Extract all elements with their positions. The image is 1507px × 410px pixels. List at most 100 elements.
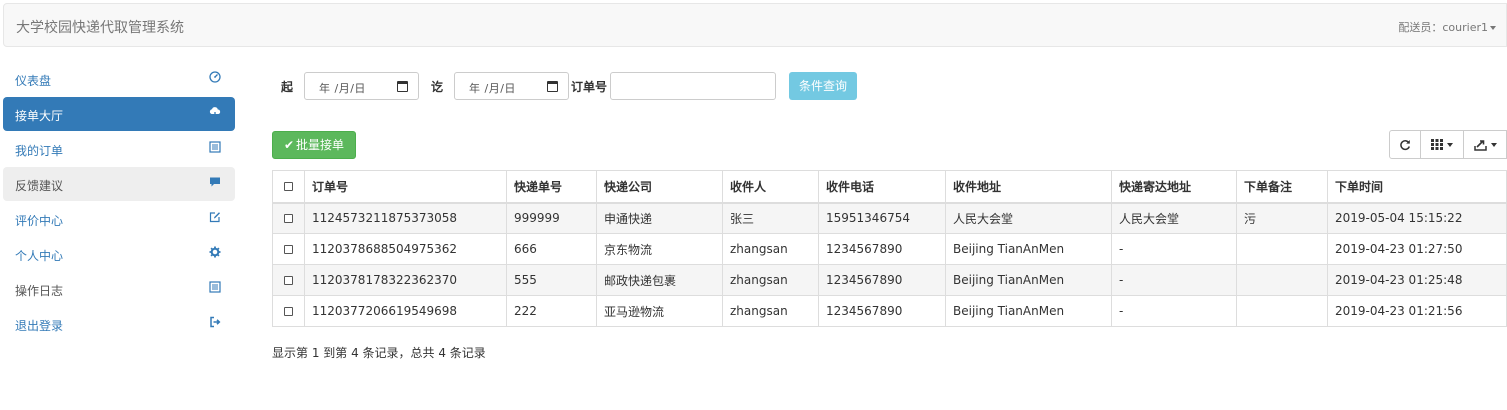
recipient-address-cell: Beijing TianAnMen (945, 264, 1112, 296)
log-out-icon (209, 316, 223, 330)
order-time-cell: 2019-05-04 15:15:22 (1327, 202, 1507, 234)
sidebar-item-logout[interactable]: 退出登录 (3, 307, 235, 341)
recipient-address-cell: 人民大会堂 (945, 202, 1112, 234)
cog-icon (209, 246, 223, 260)
courier-company-cell: 邮政快递包裹 (596, 264, 723, 296)
order-remark-cell (1236, 295, 1328, 327)
sidebar-item-label: 操作日志 (15, 284, 64, 298)
refresh-icon (1400, 139, 1411, 150)
column-header[interactable]: 订单号 (304, 170, 507, 204)
column-header[interactable]: 快递寄达地址 (1111, 170, 1237, 204)
sidebar-item-dashboard[interactable]: 仪表盘 (3, 62, 235, 96)
end-date-input[interactable]: 年 /月/日 (454, 72, 569, 100)
select-all-checkbox[interactable] (284, 182, 293, 192)
export-button[interactable] (1464, 130, 1507, 159)
list-alt-icon (209, 281, 223, 295)
batch-accept-button[interactable]: ✔ 批量接单 (272, 131, 356, 159)
sidebar-item-label: 仪表盘 (15, 74, 52, 88)
calendar-icon[interactable] (547, 81, 558, 92)
export-icon (1473, 139, 1487, 151)
order-id-cell: 1124573211875373058 (304, 202, 507, 234)
end-date-value: 年 /月/日 (469, 82, 516, 95)
cloud-download-icon (209, 106, 223, 120)
recipient-cell: zhangsan (722, 295, 819, 327)
sidebar-item-label: 接单大厅 (15, 109, 64, 123)
order-number-input[interactable] (610, 72, 776, 100)
comment-icon (209, 176, 223, 190)
recipient-phone-cell: 1234567890 (818, 295, 946, 327)
sidebar-item-label: 反馈建议 (15, 179, 64, 193)
order-remark-cell (1236, 264, 1328, 296)
order-time-cell: 2019-04-23 01:25:48 (1327, 264, 1507, 296)
column-header[interactable]: 下单备注 (1236, 170, 1328, 204)
row-checkbox[interactable] (284, 276, 293, 285)
sidebar-item-review-center[interactable]: 评价中心 (3, 202, 235, 236)
row-checkbox[interactable] (284, 245, 293, 254)
sidebar-item-feedback[interactable]: 反馈建议 (3, 167, 235, 201)
start-date-label: 起 (281, 80, 294, 94)
column-header[interactable]: 下单时间 (1327, 170, 1507, 204)
table-toolbar (1389, 130, 1507, 159)
order-id-cell: 1120378178322362370 (304, 264, 507, 296)
dashboard-icon (209, 71, 223, 85)
sidebar-item-operation-log[interactable]: 操作日志 (3, 272, 235, 306)
brand-title[interactable]: 大学校园快递代取管理系统 (16, 17, 184, 37)
courier-company-cell: 亚马逊物流 (596, 295, 723, 327)
sidebar-item-label: 退出登录 (15, 319, 64, 333)
orders-table: 订单号 快递单号 快递公司 收件人 收件电话 收件地址 快递寄达地址 下单备注 … (272, 170, 1507, 327)
user-label: 配送员：courier1 (1398, 21, 1488, 34)
sidebar-item-label: 评价中心 (15, 214, 64, 228)
user-dropdown[interactable]: 配送员：courier1 (1398, 19, 1496, 35)
start-date-value: 年 /月/日 (319, 82, 366, 95)
sidebar-item-my-orders[interactable]: 我的订单 (3, 132, 235, 166)
recipient-address-cell: Beijing TianAnMen (945, 295, 1112, 327)
recipient-address-cell: Beijing TianAnMen (945, 233, 1112, 265)
tracking-number-cell: 666 (506, 233, 597, 265)
top-navbar: 大学校园快递代取管理系统 配送员：courier1 (3, 3, 1507, 47)
column-header[interactable]: 收件人 (722, 170, 819, 204)
calendar-icon[interactable] (397, 81, 408, 92)
tracking-number-cell: 555 (506, 264, 597, 296)
row-select-cell (272, 295, 305, 327)
delivery-address-cell: - (1111, 295, 1237, 327)
tracking-number-cell: 222 (506, 295, 597, 327)
table-row[interactable]: 1120378688504975362 666 京东物流 zhangsan 12… (272, 233, 1507, 265)
delivery-address-cell: 人民大会堂 (1111, 202, 1237, 234)
end-date-label: 讫 (431, 80, 444, 94)
column-header[interactable]: 快递公司 (596, 170, 723, 204)
sidebar-item-order-hall[interactable]: 接单大厅 (3, 97, 235, 131)
caret-down-icon (1490, 142, 1497, 147)
sidebar: 仪表盘 接单大厅 我的订单 反馈建议 评价中心 个人中心 操作日志 退出登录 (3, 62, 235, 342)
column-header[interactable]: 收件电话 (818, 170, 946, 204)
column-header[interactable]: 收件地址 (945, 170, 1112, 204)
columns-toggle-button[interactable] (1421, 130, 1464, 159)
start-date-input[interactable]: 年 /月/日 (304, 72, 419, 100)
sidebar-item-profile[interactable]: 个人中心 (3, 237, 235, 271)
row-select-cell (272, 202, 305, 234)
row-checkbox[interactable] (284, 307, 293, 316)
table-header-row: 订单号 快递单号 快递公司 收件人 收件电话 收件地址 快递寄达地址 下单备注 … (272, 170, 1507, 204)
batch-accept-label: 批量接单 (296, 138, 345, 152)
query-button[interactable]: 条件查询 (789, 72, 857, 100)
row-checkbox[interactable] (284, 214, 293, 224)
table-row[interactable]: 1120378178322362370 555 邮政快递包裹 zhangsan … (272, 264, 1507, 296)
recipient-phone-cell: 1234567890 (818, 233, 946, 265)
recipient-cell: zhangsan (722, 233, 819, 265)
check-icon: ✔ (283, 138, 295, 152)
table-row[interactable]: 1124573211875373058 999999 申通快递 张三 15951… (272, 202, 1507, 234)
order-remark-cell: 污 (1236, 202, 1328, 234)
list-alt-icon (209, 141, 223, 155)
order-remark-cell (1236, 233, 1328, 265)
th-icon (1431, 139, 1443, 150)
recipient-cell: 张三 (722, 202, 819, 234)
refresh-button[interactable] (1389, 130, 1421, 159)
column-header[interactable]: 快递单号 (506, 170, 597, 204)
caret-down-icon (1490, 26, 1496, 30)
caret-down-icon (1447, 142, 1453, 147)
table-row[interactable]: 1120377206619549698 222 亚马逊物流 zhangsan 1… (272, 295, 1507, 327)
edit-icon (209, 211, 223, 225)
pagination-info: 显示第 1 到第 4 条记录，总共 4 条记录 (272, 346, 486, 360)
order-number-label: 订单号 (571, 80, 608, 94)
delivery-address-cell: - (1111, 233, 1237, 265)
courier-company-cell: 申通快递 (596, 202, 723, 234)
